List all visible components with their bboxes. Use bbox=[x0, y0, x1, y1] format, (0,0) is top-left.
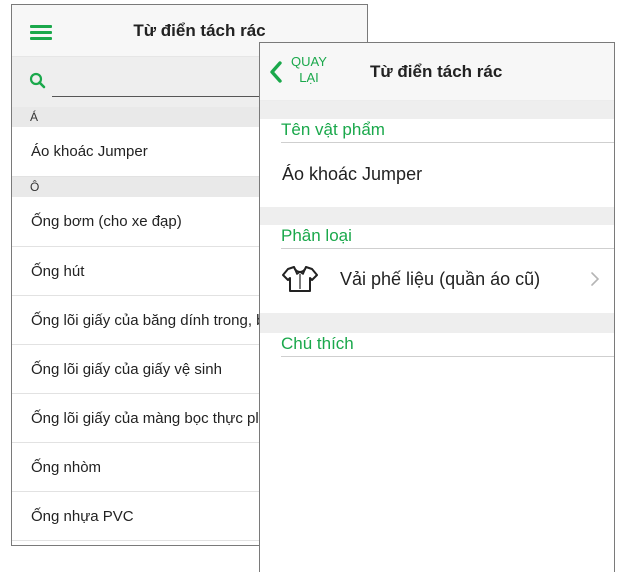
category-row[interactable]: Vải phế liệu (quần áo cũ) bbox=[260, 249, 614, 313]
page-title: Từ điển tách rác bbox=[370, 62, 503, 81]
item-name-label: Tên vật phẩm bbox=[260, 119, 614, 143]
note-label-text: Chú thích bbox=[281, 334, 354, 353]
note-label: Chú thích bbox=[260, 333, 614, 357]
item-name-value: Áo khoác Jumper bbox=[282, 164, 423, 184]
category-value: Vải phế liệu (quần áo cũ) bbox=[340, 269, 541, 289]
detail-header: QUAY LẠI Từ điển tách rác bbox=[260, 43, 614, 101]
divider bbox=[260, 207, 614, 225]
shirt-icon bbox=[282, 266, 318, 292]
search-input[interactable] bbox=[52, 96, 267, 97]
back-button[interactable]: QUAY LẠI bbox=[268, 52, 338, 94]
page-title: Từ điển tách rác bbox=[133, 21, 266, 40]
item-name-label-text: Tên vật phẩm bbox=[281, 120, 385, 139]
detail-screen: QUAY LẠI Từ điển tách rác Tên vật phẩm Á… bbox=[259, 42, 615, 572]
back-label-line2: LẠI bbox=[299, 70, 319, 85]
divider bbox=[260, 313, 614, 333]
search-icon bbox=[29, 72, 46, 89]
divider bbox=[260, 101, 614, 119]
chevron-right-icon bbox=[591, 272, 600, 286]
back-button-label: QUAY LẠI bbox=[288, 54, 330, 86]
category-label: Phân loại bbox=[260, 225, 614, 249]
chevron-left-icon bbox=[270, 61, 282, 83]
category-label-text: Phân loại bbox=[281, 226, 352, 245]
back-label-line1: QUAY bbox=[291, 54, 327, 69]
